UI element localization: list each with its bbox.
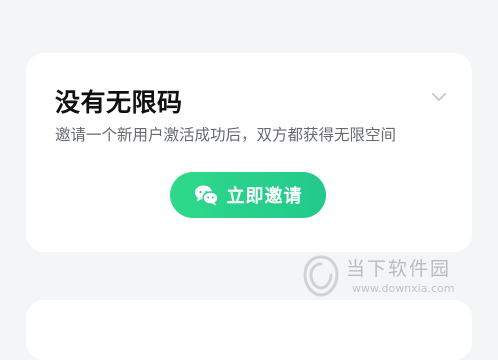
wechat-icon — [194, 185, 219, 206]
downxia-logo — [303, 255, 339, 297]
next-card — [26, 300, 472, 360]
watermark: 当下软件园 www.downxia.com — [302, 252, 482, 304]
chevron-down-icon[interactable] — [431, 92, 447, 102]
invite-button-label: 立即邀请 — [226, 186, 303, 206]
card-description: 邀请一个新用户激活成功后，双方都获得无限空间 — [55, 126, 397, 144]
watermark-name: 当下软件园 — [346, 258, 452, 280]
card-title: 没有无限码 — [55, 88, 183, 117]
invite-card: 没有无限码 邀请一个新用户激活成功后，双方都获得无限空间 立即邀请 — [26, 53, 472, 252]
invite-now-button[interactable]: 立即邀请 — [170, 172, 326, 218]
watermark-url: www.downxia.com — [352, 282, 455, 295]
